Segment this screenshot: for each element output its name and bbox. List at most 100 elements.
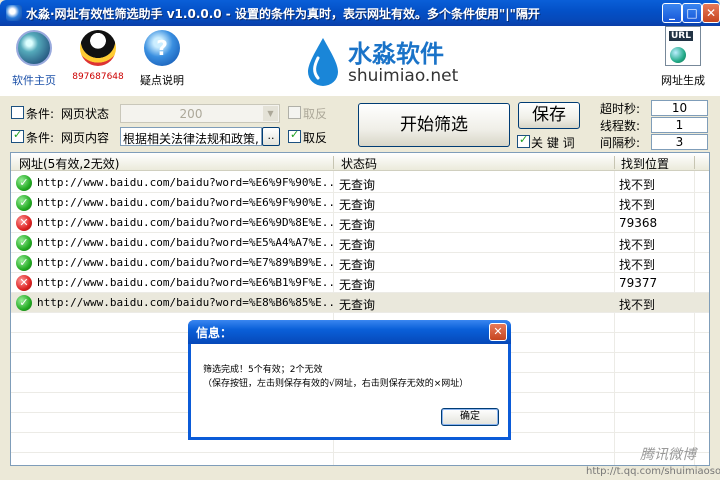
url-generator-label: 网址生成 bbox=[661, 74, 705, 87]
close-icon: ✕ bbox=[493, 325, 503, 338]
globe-small-icon bbox=[670, 47, 686, 63]
ok-button[interactable]: 确定 bbox=[441, 408, 499, 426]
condition2-invert-checkbox[interactable] bbox=[288, 128, 301, 143]
dialog-message-summary: 筛选完成！5个有效；2个无效 bbox=[203, 365, 323, 375]
question-icon: ? bbox=[144, 30, 180, 66]
browse-button[interactable]: .. bbox=[262, 127, 280, 146]
table-header: 网址(5有效,2无效) 状态码 找到位置 bbox=[11, 153, 709, 172]
condition2-invert-label: 取反 bbox=[303, 131, 328, 145]
table-row[interactable]: ✕ http://www.baidu.com/baidu?word=%E6%9D%… bbox=[11, 213, 709, 233]
chevron-down-icon: ▼ bbox=[263, 106, 278, 121]
invalid-x-icon: ✕ bbox=[16, 275, 32, 291]
help-button[interactable]: ? 疑点说明 bbox=[132, 30, 192, 88]
weibo-url: http://t.qq.com/shuimiaosoft bbox=[586, 466, 720, 477]
invalid-x-icon: ✕ bbox=[16, 215, 32, 231]
row-found: 找不到 bbox=[619, 178, 656, 192]
start-filter-button[interactable]: 开始筛选 bbox=[358, 103, 510, 147]
row-status: 无查询 bbox=[339, 278, 376, 292]
close-icon: ✕ bbox=[705, 6, 717, 20]
valid-check-icon: ✓ bbox=[16, 295, 32, 311]
dialog-title: 信息： bbox=[196, 326, 233, 340]
maximize-button[interactable]: □ bbox=[682, 3, 702, 23]
status-code-value: 200 bbox=[179, 107, 203, 121]
url-document-icon: URL bbox=[665, 26, 701, 66]
row-url: http://www.baidu.com/baidu?word=%E6%9F%9… bbox=[37, 176, 333, 189]
condition1-field: 网页状态 bbox=[61, 107, 110, 121]
weibo-watermark: 腾讯微博 bbox=[640, 447, 696, 463]
condition1-label: 条件: bbox=[26, 107, 55, 121]
row-status: 无查询 bbox=[339, 258, 376, 272]
home-button[interactable]: 软件主页 bbox=[4, 30, 64, 88]
toolbar: 软件主页 897687648 ? 疑点说明 水淼软件 shuimiao.net … bbox=[0, 26, 720, 96]
minimize-button[interactable]: _ bbox=[662, 3, 682, 23]
interval-label: 间隔秒: bbox=[600, 136, 641, 150]
table-row[interactable]: ✓ http://www.baidu.com/baidu?word=%E5%A4%… bbox=[11, 233, 709, 253]
row-found: 找不到 bbox=[619, 238, 656, 252]
brand-logo: 水淼软件 shuimiao.net bbox=[306, 32, 476, 92]
condition2-checkbox[interactable] bbox=[11, 128, 24, 143]
row-found: 找不到 bbox=[619, 298, 656, 312]
qq-button[interactable]: 897687648 bbox=[68, 30, 128, 82]
valid-check-icon: ✓ bbox=[16, 175, 32, 191]
row-status: 无查询 bbox=[339, 238, 376, 252]
close-button[interactable]: ✕ bbox=[702, 3, 720, 23]
condition1-invert-checkbox[interactable] bbox=[288, 106, 301, 119]
window-title: 水淼·网址有效性筛选助手 v1.0.0.0 - 设置的条件为真时，表示网址有效。… bbox=[26, 6, 540, 21]
table-row[interactable]: ✓ http://www.baidu.com/baidu?word=%E6%9F%… bbox=[11, 193, 709, 213]
logo-name-cn: 水淼软件 bbox=[348, 40, 444, 68]
row-url: http://www.baidu.com/baidu?word=%E8%B6%8… bbox=[37, 296, 333, 309]
valid-check-icon: ✓ bbox=[16, 235, 32, 251]
column-status[interactable]: 状态码 bbox=[341, 155, 377, 172]
keyword-label: 关 键 词 bbox=[531, 136, 575, 150]
row-status: 无查询 bbox=[339, 298, 376, 312]
globe-icon bbox=[16, 30, 52, 66]
condition1-invert-label: 取反 bbox=[303, 107, 328, 121]
water-drop-icon bbox=[308, 38, 338, 86]
interval-input[interactable]: 3 bbox=[651, 134, 708, 150]
row-status: 无查询 bbox=[339, 178, 376, 192]
content-keyword-input[interactable]: 根据相关法律法规和政策, bbox=[120, 127, 262, 146]
column-divider[interactable] bbox=[614, 156, 615, 169]
maximize-icon: □ bbox=[686, 6, 698, 20]
column-divider[interactable] bbox=[333, 156, 334, 169]
condition2-label: 条件: bbox=[26, 131, 55, 145]
keyword-checkbox[interactable] bbox=[517, 133, 530, 148]
row-found: 79368 bbox=[619, 216, 658, 230]
condition1-checkbox[interactable] bbox=[11, 106, 24, 119]
qq-label: 897687648 bbox=[72, 72, 124, 82]
row-found: 找不到 bbox=[619, 258, 656, 272]
minimize-icon: _ bbox=[669, 6, 675, 20]
filter-panel: 条件: 网页状态 200 ▼ 取反 条件: 网页内容 根据相关法律法规和政策, … bbox=[0, 96, 720, 152]
dialog-title-bar: 信息： ✕ bbox=[188, 320, 511, 344]
info-dialog: 信息： ✕ 筛选完成！5个有效；2个无效 （保存按钮，左击则保存有效的√网址，右… bbox=[188, 320, 511, 440]
threads-label: 线程数: bbox=[600, 119, 641, 133]
column-found[interactable]: 找到位置 bbox=[621, 155, 669, 172]
threads-input[interactable]: 1 bbox=[651, 117, 708, 133]
home-label: 软件主页 bbox=[12, 74, 56, 87]
timeout-label: 超时秒: bbox=[600, 102, 641, 116]
row-status: 无查询 bbox=[339, 198, 376, 212]
row-status: 无查询 bbox=[339, 218, 376, 232]
dialog-close-button[interactable]: ✕ bbox=[489, 323, 507, 341]
table-row[interactable]: ✕ http://www.baidu.com/baidu?word=%E6%B1%… bbox=[11, 273, 709, 293]
table-row[interactable]: ✓ http://www.baidu.com/baidu?word=%E7%89%… bbox=[11, 253, 709, 273]
table-row[interactable]: ✓ http://www.baidu.com/baidu?word=%E8%B6%… bbox=[11, 293, 709, 313]
save-button[interactable]: 保存 bbox=[518, 102, 580, 129]
column-url[interactable]: 网址(5有效,2无效) bbox=[19, 155, 119, 172]
app-icon bbox=[6, 5, 22, 21]
url-generator-button[interactable]: URL 网址生成 bbox=[652, 26, 714, 88]
row-found: 找不到 bbox=[619, 198, 656, 212]
valid-check-icon: ✓ bbox=[16, 195, 32, 211]
row-url: http://www.baidu.com/baidu?word=%E5%A4%A… bbox=[37, 236, 333, 249]
row-url: http://www.baidu.com/baidu?word=%E6%9D%8… bbox=[37, 216, 333, 229]
status-code-select[interactable]: 200 ▼ bbox=[120, 104, 280, 123]
condition2-field: 网页内容 bbox=[61, 131, 110, 145]
column-divider[interactable] bbox=[694, 156, 695, 169]
url-tag: URL bbox=[669, 31, 693, 41]
logo-name-en: shuimiao.net bbox=[348, 66, 459, 86]
table-row[interactable]: ✓ http://www.baidu.com/baidu?word=%E6%9F%… bbox=[11, 173, 709, 193]
qq-penguin-icon bbox=[80, 30, 116, 66]
row-found: 79377 bbox=[619, 276, 658, 290]
timeout-input[interactable]: 10 bbox=[651, 100, 708, 116]
dialog-message-hint: （保存按钮，左击则保存有效的√网址，右击则保存无效的×网址） bbox=[203, 379, 469, 389]
